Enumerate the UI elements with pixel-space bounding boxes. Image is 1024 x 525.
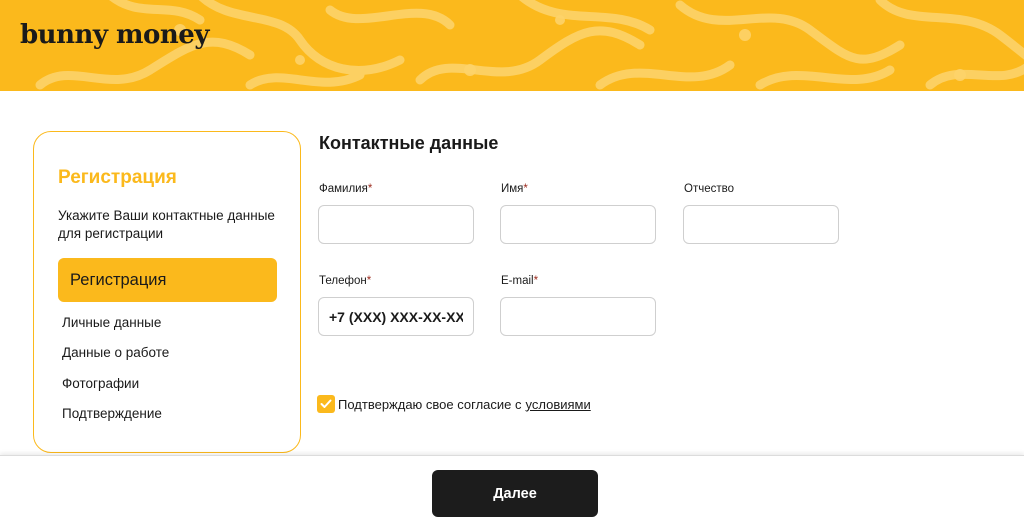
step-personal-data[interactable]: Личные данные xyxy=(62,315,161,330)
footer-bar: Далее xyxy=(0,455,1024,525)
patronymic-field[interactable] xyxy=(683,205,839,244)
logo[interactable]: bunny money xyxy=(20,22,209,48)
required-mark: * xyxy=(366,275,372,287)
phone-field[interactable] xyxy=(318,297,474,336)
required-mark: * xyxy=(367,183,373,195)
required-mark: * xyxy=(523,183,528,195)
header: bunny money xyxy=(0,0,1024,91)
step-registration[interactable]: Регистрация xyxy=(58,258,277,302)
email-label: E-mail* xyxy=(501,275,539,287)
consent-row: Подтверждаю свое согласие с условиями xyxy=(317,395,591,413)
last-name-label: Фамилия* xyxy=(319,183,373,195)
sidebar-description: Укажите Ваши контактные данные для регис… xyxy=(58,208,275,241)
phone-label: Телефон* xyxy=(319,275,372,287)
checkmark-icon xyxy=(320,399,332,408)
patronymic-label: Отчество xyxy=(684,183,734,195)
registration-steps-panel: Регистрация Укажите Ваши контактные данн… xyxy=(33,131,301,453)
last-name-field[interactable] xyxy=(318,205,474,244)
required-mark: * xyxy=(533,275,539,287)
step-photos[interactable]: Фотографии xyxy=(62,376,139,391)
email-field[interactable] xyxy=(500,297,656,336)
first-name-label: Имя* xyxy=(501,183,528,195)
form-title: Контактные данные xyxy=(319,133,499,153)
step-work-data[interactable]: Данные о работе xyxy=(62,345,169,360)
sidebar-title: Регистрация xyxy=(58,167,177,188)
next-button[interactable]: Далее xyxy=(432,470,598,517)
first-name-field[interactable] xyxy=(500,205,656,244)
consent-text: Подтверждаю свое согласие с xyxy=(338,396,522,412)
terms-link[interactable]: условиями xyxy=(526,397,591,412)
consent-checkbox[interactable] xyxy=(317,395,335,413)
step-confirmation[interactable]: Подтверждение xyxy=(62,406,162,421)
